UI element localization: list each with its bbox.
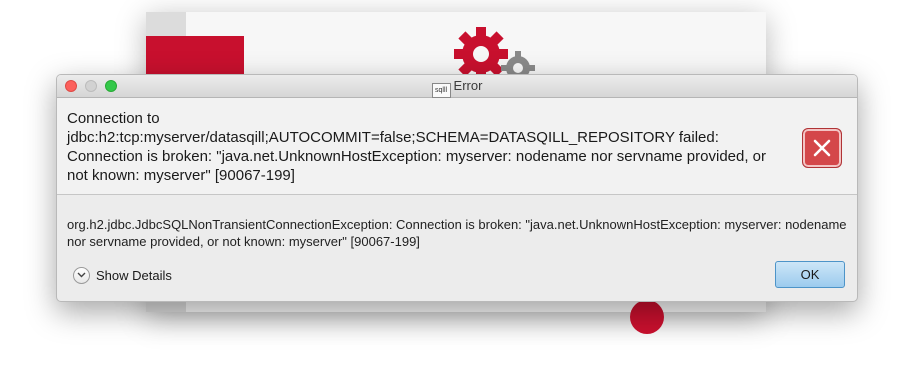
window-title-text: Error	[453, 78, 483, 93]
error-dialog: sqlll Error Connection to jdbc:h2:tcp:mys…	[56, 74, 858, 302]
error-x-icon	[802, 128, 842, 168]
show-details-button[interactable]: Show Details	[73, 265, 172, 285]
header-message: Connection to jdbc:h2:tcp:myserver/datas…	[67, 110, 767, 184]
background-red-circle	[630, 300, 664, 334]
header-pane: Connection to jdbc:h2:tcp:myserver/datas…	[57, 98, 857, 195]
window-title: sqlll Error	[57, 78, 857, 98]
show-details-label[interactable]: Show Details	[96, 268, 172, 283]
content-message: org.h2.jdbc.JdbcSQLNonTransientConnectio…	[67, 217, 847, 249]
title-bar[interactable]: sqlll Error	[57, 75, 857, 98]
chevron-down-icon[interactable]	[73, 266, 90, 284]
app-icon: sqlll	[431, 83, 451, 98]
ok-button[interactable]: OK	[775, 261, 845, 288]
